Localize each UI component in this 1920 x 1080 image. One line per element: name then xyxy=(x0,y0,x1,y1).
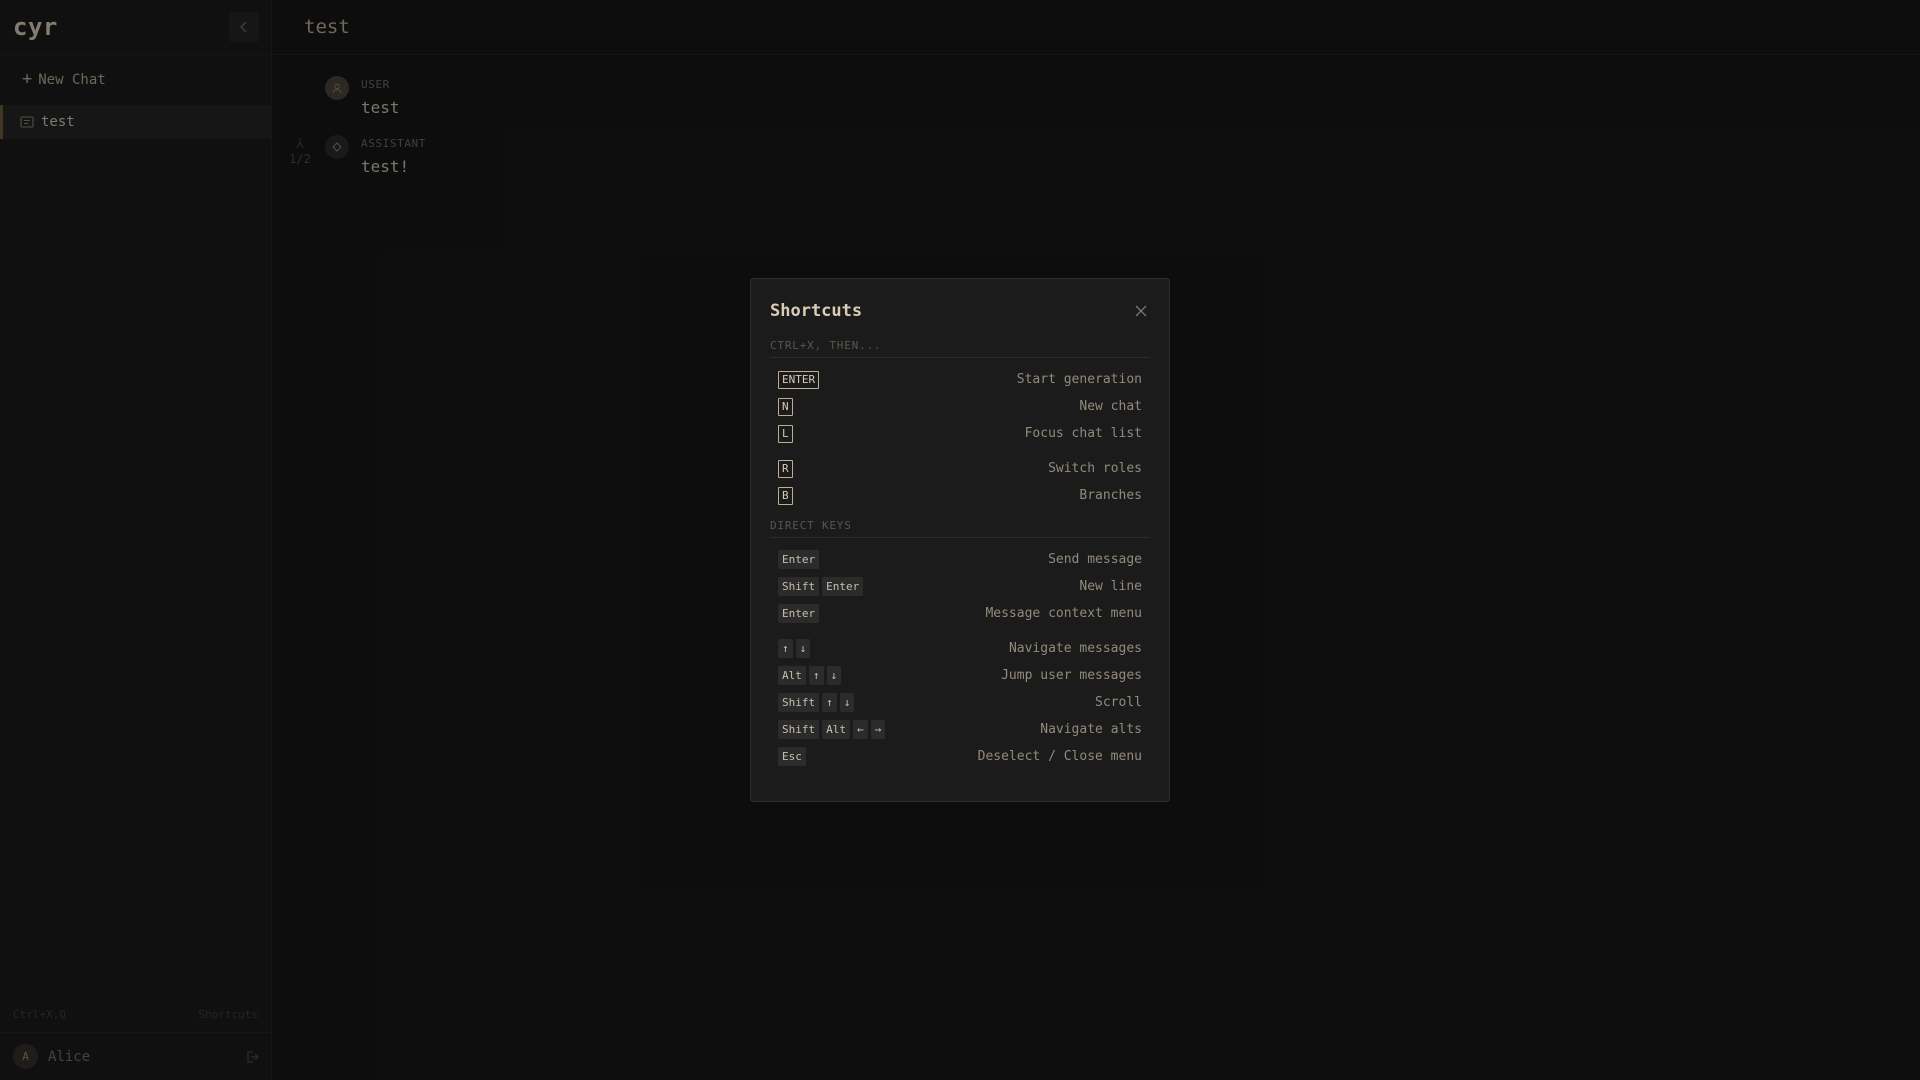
shortcut-action: Branches xyxy=(1079,488,1142,503)
shortcut-action: Scroll xyxy=(1095,695,1142,710)
key-cap: ↑ xyxy=(808,666,824,685)
key-cap: Alt xyxy=(778,666,806,685)
shortcut-action: Deselect / Close menu xyxy=(977,749,1142,764)
key-cap: Enter xyxy=(778,550,820,569)
key-cap: Shift xyxy=(778,577,820,596)
shortcut-action: Send message xyxy=(1048,552,1142,567)
key-cap: ↓ xyxy=(839,693,855,712)
key-cap: Shift xyxy=(778,720,820,739)
key-cap: N xyxy=(778,397,793,416)
key-cap: L xyxy=(778,424,793,443)
shortcut-row: B Branches xyxy=(778,482,1142,509)
shortcut-row: N New chat xyxy=(778,393,1142,420)
shortcut-action: Switch roles xyxy=(1048,461,1142,476)
shortcut-list-ctrl-x: ENTER Start generation N New chat L Focu… xyxy=(770,366,1150,509)
close-button[interactable] xyxy=(1132,302,1150,320)
shortcut-action: Message context menu xyxy=(985,606,1142,621)
shortcut-row: Alt ↑ ↓ Jump user messages xyxy=(778,662,1142,689)
shortcuts-modal: Shortcuts CTRL+X, THEN... ENTER Start ge… xyxy=(750,278,1170,802)
shortcut-action: Focus chat list xyxy=(1024,426,1142,441)
shortcut-action: Jump user messages xyxy=(1001,668,1142,683)
section-label-ctrl-x: CTRL+X, THEN... xyxy=(770,339,1150,358)
key-cap: R xyxy=(778,459,793,478)
modal-header: Shortcuts xyxy=(770,299,1150,323)
key-cap: ↓ xyxy=(826,666,842,685)
shortcut-action: Navigate messages xyxy=(1008,641,1142,656)
key-cap: Enter xyxy=(778,604,820,623)
key-cap: → xyxy=(870,720,886,739)
shortcut-action: New chat xyxy=(1079,399,1142,414)
key-cap: ↑ xyxy=(822,693,837,712)
shortcut-row: ↑ ↓ Navigate messages xyxy=(778,635,1142,662)
key-cap: ↑ xyxy=(778,639,793,658)
key-cap: Alt xyxy=(822,720,850,739)
shortcut-row: ENTER Start generation xyxy=(778,366,1142,393)
close-icon xyxy=(1135,305,1147,317)
shortcut-action: New line xyxy=(1079,579,1142,594)
modal-title: Shortcuts xyxy=(770,301,863,321)
section-label-direct-keys: DIRECT KEYS xyxy=(770,519,1150,538)
shortcut-row: Shift Enter New line xyxy=(778,573,1142,600)
key-cap: Enter xyxy=(822,577,864,596)
shortcut-action: Start generation xyxy=(1016,372,1142,387)
shortcut-row: Esc Deselect / Close menu xyxy=(778,743,1142,770)
key-cap: B xyxy=(778,486,793,505)
shortcut-row: L Focus chat list xyxy=(778,420,1142,447)
key-cap: ENTER xyxy=(778,370,820,389)
shortcut-row: Shift ↑ ↓ Scroll xyxy=(778,689,1142,716)
shortcut-action: Navigate alts xyxy=(1040,722,1142,737)
key-cap: Esc xyxy=(778,747,806,766)
shortcut-list-direct: Enter Send message Shift Enter New line … xyxy=(770,546,1150,770)
key-cap: ← xyxy=(853,720,868,739)
key-cap: Shift xyxy=(778,693,820,712)
shortcut-row: Enter Send message xyxy=(778,546,1142,573)
shortcut-row: Shift Alt ← → Navigate alts xyxy=(778,716,1142,743)
shortcut-row: Enter Message context menu xyxy=(778,600,1142,627)
key-cap: ↓ xyxy=(795,639,811,658)
shortcut-row: R Switch roles xyxy=(778,455,1142,482)
